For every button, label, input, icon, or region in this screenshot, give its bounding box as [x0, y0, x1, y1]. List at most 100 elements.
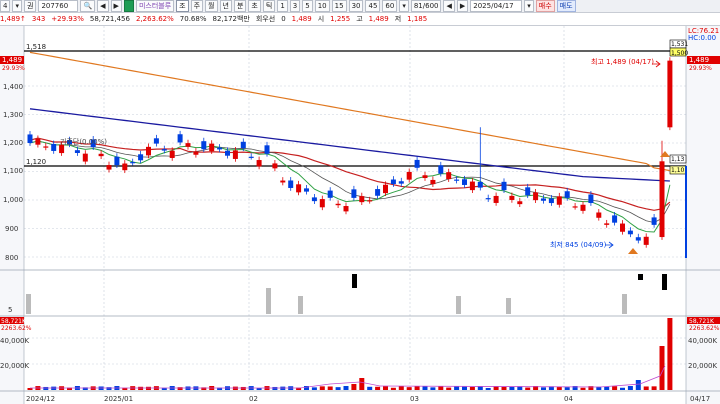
signal-bar — [352, 274, 357, 288]
period-week-button[interactable]: 주 — [190, 0, 204, 12]
type-dropdown-button[interactable]: ▾ — [12, 0, 22, 12]
minute-10-button[interactable]: 10 — [314, 0, 330, 12]
candle-body — [138, 154, 144, 161]
candle-body — [51, 143, 57, 151]
baseline-annotation: 기준단(0.00%) — [60, 137, 107, 146]
candle-body — [430, 179, 436, 185]
signal-bar — [622, 294, 627, 314]
candle-body — [604, 223, 610, 225]
scroll-start-button[interactable]: ◀ — [443, 0, 455, 12]
calendar-dropdown-button[interactable]: ▾ — [524, 0, 534, 12]
period-month-button[interactable]: 월 — [205, 0, 218, 12]
candle-body — [280, 180, 286, 183]
volume-right-pct: 2263.62% — [689, 325, 720, 332]
candle-body — [383, 184, 388, 194]
y-label: 1,400 — [3, 83, 23, 91]
volume-bar — [43, 386, 49, 390]
candle-body — [82, 153, 88, 162]
candle-body — [627, 230, 633, 235]
volume-bar — [240, 386, 246, 390]
high-label: 고 — [356, 15, 363, 23]
right-axis-panel — [686, 26, 720, 404]
candle-body — [272, 163, 278, 169]
signal-bar — [298, 296, 303, 314]
stock-chart[interactable]: 1,518 1,120 1,400 1,300 1,200 1,100 1,00… — [0, 26, 720, 404]
candle-body — [580, 204, 586, 211]
scroll-end-button[interactable]: ▶ — [456, 0, 469, 12]
candle-body — [509, 195, 515, 200]
candle-body — [327, 190, 333, 198]
candle-body — [98, 153, 104, 157]
sell-button[interactable]: 매도 — [556, 0, 576, 12]
candle-body — [296, 184, 302, 193]
r2-label: 1,500 — [671, 50, 688, 57]
next-stock-button[interactable]: ▶ — [110, 0, 122, 12]
candle-body — [596, 212, 602, 218]
volume-bar — [390, 387, 396, 390]
stock-code-input[interactable]: 207760 — [38, 0, 79, 12]
volume-bar — [454, 386, 460, 390]
candle-body — [248, 156, 254, 158]
current-price: 1,489↑ — [0, 15, 26, 23]
volume-bar — [612, 386, 618, 390]
minute-dropdown-button[interactable]: ▾ — [399, 0, 409, 12]
price-tag-left-text: 1,489 — [2, 56, 22, 64]
minute-3-button[interactable]: 3 — [289, 0, 301, 12]
period-tick-button[interactable]: 틱 — [262, 0, 276, 12]
volume-bar — [106, 387, 112, 390]
period-day-button[interactable]: 조 — [176, 0, 189, 12]
date-input[interactable]: 2025/04/17 — [470, 0, 523, 12]
y-label: 900 — [5, 225, 18, 233]
volume-bar — [359, 378, 365, 390]
trade-amount: 82,172백만 — [212, 15, 250, 23]
minute-30-button[interactable]: 30 — [348, 0, 364, 12]
candle-body — [256, 160, 262, 167]
signal-bar — [26, 294, 31, 314]
favorite-icon[interactable] — [123, 0, 134, 12]
period-year-button[interactable]: 년 — [219, 0, 232, 12]
x-label: 04/17 — [690, 395, 710, 403]
signal-bar — [266, 288, 271, 314]
r6-label: 1,10 — [671, 167, 685, 174]
kind-button[interactable]: 권 — [23, 0, 37, 12]
volume-label: 40,000K — [0, 337, 29, 345]
volume-bar — [414, 386, 420, 390]
x-label: 04 — [564, 395, 573, 403]
volume-label: 20,000K — [0, 362, 29, 370]
candle-body — [193, 151, 199, 155]
candle-body — [620, 223, 625, 232]
buy-button[interactable]: 매수 — [535, 0, 555, 12]
ref-line-top-label: 1,518 — [26, 43, 46, 51]
candle-body — [343, 206, 349, 212]
x-label: 2024/12 — [26, 395, 55, 403]
candle-body — [659, 161, 665, 238]
period-second-button[interactable]: 초 — [248, 0, 261, 12]
minute-1-button[interactable]: 1 — [277, 0, 288, 12]
candle-body — [35, 138, 41, 145]
y-label: 800 — [5, 254, 18, 262]
y-label: 1,300 — [3, 111, 23, 119]
candle-body — [541, 198, 546, 201]
high-price: 1,489 — [368, 15, 389, 23]
signal-bar — [662, 274, 667, 290]
candle-body — [533, 192, 539, 201]
prev-stock-button[interactable]: ◀ — [97, 0, 109, 12]
minute-45-button[interactable]: 45 — [365, 0, 381, 12]
minute-15-button[interactable]: 15 — [331, 0, 347, 12]
period-minute-button[interactable]: 분 — [233, 0, 247, 12]
market-button[interactable]: 4 — [0, 0, 11, 12]
page-count: 81/600 — [410, 0, 442, 12]
candle-body — [177, 134, 183, 143]
candle-body — [240, 141, 246, 149]
volume-bar — [469, 386, 475, 390]
search-icon[interactable]: 🔍 — [80, 0, 96, 12]
price-change: 343 — [31, 15, 46, 23]
volume-bar — [564, 387, 570, 390]
minute-60-button[interactable]: 60 — [382, 0, 398, 12]
r4-label: 29.93% — [689, 65, 712, 72]
candle-body — [454, 179, 460, 181]
x-label: 03 — [410, 395, 419, 403]
candle-body — [612, 215, 618, 223]
volume-bar — [335, 387, 341, 390]
minute-5-button[interactable]: 5 — [302, 0, 313, 12]
